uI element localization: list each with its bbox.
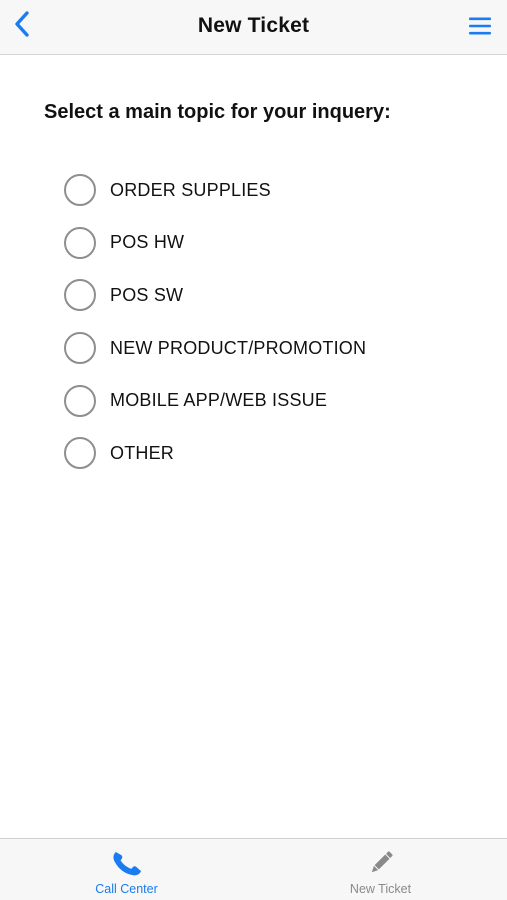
topic-option-pos-sw[interactable]: POS SW bbox=[64, 269, 484, 322]
option-label: POS SW bbox=[110, 284, 184, 305]
radio-button[interactable] bbox=[64, 437, 96, 470]
option-label: NEW PRODUCT/PROMOTION bbox=[110, 337, 367, 358]
nav-header: New Ticket bbox=[0, 0, 507, 55]
tab-new-ticket[interactable]: New Ticket bbox=[254, 839, 507, 900]
topic-option-other[interactable]: OTHER bbox=[64, 427, 484, 480]
hamburger-menu-icon bbox=[469, 17, 491, 35]
page-title: New Ticket bbox=[197, 14, 310, 37]
radio-button[interactable] bbox=[64, 332, 96, 365]
topic-option-new-product-promotion[interactable]: NEW PRODUCT/PROMOTION bbox=[64, 322, 484, 375]
option-label: MOBILE APP/WEB ISSUE bbox=[110, 390, 328, 411]
topic-option-order-supplies[interactable]: ORDER SUPPLIES bbox=[64, 164, 484, 217]
app-screen: New Ticket Select a main topic for your … bbox=[0, 0, 507, 900]
topic-prompt: Select a main topic for your inquery: bbox=[44, 101, 391, 123]
bottom-tab-bar: Call Center New Ticket bbox=[0, 838, 507, 900]
option-label: POS HW bbox=[110, 232, 185, 253]
radio-button[interactable] bbox=[64, 279, 96, 312]
tab-call-center[interactable]: Call Center bbox=[0, 839, 253, 900]
tab-label: New Ticket bbox=[349, 882, 412, 896]
menu-button[interactable] bbox=[463, 9, 497, 43]
topic-radio-group: ORDER SUPPLIES POS HW POS SW NEW PRODUCT… bbox=[64, 164, 484, 480]
tab-label: Call Center bbox=[95, 882, 158, 896]
option-label: ORDER SUPPLIES bbox=[110, 179, 271, 200]
radio-button[interactable] bbox=[64, 384, 96, 417]
topic-option-pos-hw[interactable]: POS HW bbox=[64, 217, 484, 270]
radio-button[interactable] bbox=[64, 174, 96, 207]
option-label: OTHER bbox=[110, 442, 174, 463]
radio-button[interactable] bbox=[64, 226, 96, 259]
pencil-icon bbox=[363, 845, 399, 881]
topic-option-mobile-app-web-issue[interactable]: MOBILE APP/WEB ISSUE bbox=[64, 374, 484, 427]
phone-icon bbox=[109, 845, 145, 881]
